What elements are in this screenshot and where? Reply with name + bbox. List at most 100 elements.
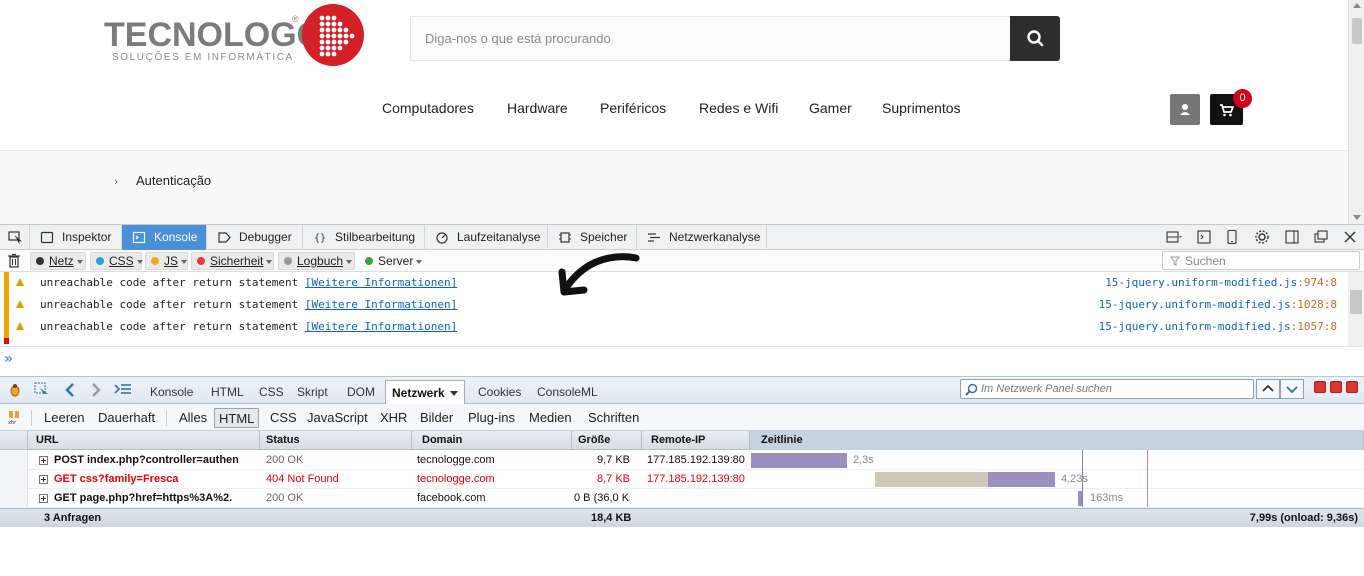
console-scrollbar-thumb[interactable]	[1350, 290, 1362, 314]
scratchpad-icon[interactable]	[1196, 229, 1212, 245]
fb-filter-html[interactable]: HTML	[214, 408, 260, 428]
fb-filter-schriften[interactable]: Schriften	[584, 408, 643, 428]
filter-label: Server	[378, 254, 414, 268]
scroll-up-icon[interactable]	[1353, 3, 1361, 8]
tab-label: Laufzeitanalyse	[457, 230, 541, 244]
close-icon[interactable]	[1342, 229, 1358, 245]
site-search-input[interactable]	[411, 17, 1010, 60]
filter-server-button[interactable]: Server	[359, 252, 423, 270]
col-size[interactable]: Größe	[572, 431, 642, 450]
fb-detach-icon[interactable]	[1330, 381, 1342, 393]
fb-filter-bilder[interactable]: Bilder	[416, 408, 457, 428]
more-info-link[interactable]: [Weitere Informationen]	[305, 276, 457, 289]
filter-dot	[96, 257, 104, 265]
nav-item-hardware[interactable]: Hardware	[507, 100, 568, 116]
user-account-button[interactable]	[1170, 94, 1200, 125]
separate-window-icon[interactable]	[1313, 229, 1329, 245]
filter-dot	[284, 257, 292, 265]
more-info-link[interactable]: [Weitere Informationen]	[305, 298, 457, 311]
fb-tab-skript[interactable]: Skript	[293, 382, 332, 402]
pick-element-button[interactable]	[0, 225, 30, 250]
tab-laufzeitanalyse[interactable]: Laufzeitanalyse	[425, 225, 548, 250]
nav-item-suprimentos[interactable]: Suprimentos	[882, 100, 961, 116]
fb-tab-css[interactable]: CSS	[255, 382, 288, 402]
fb-close-icon[interactable]	[1346, 381, 1358, 393]
back-arrow-icon[interactable]	[62, 382, 78, 398]
col-domain[interactable]: Domain	[412, 431, 572, 450]
row-gutter	[0, 470, 28, 489]
timeline-bar	[751, 453, 847, 468]
message-source-link[interactable]: 15-jquery.uniform-modified.js:974:8	[1105, 276, 1337, 289]
site-logo[interactable]: TECNOLOGGE ® SOLUÇÕES EM INFORMÁTICA	[104, 2, 366, 68]
console-filter-input[interactable]	[1185, 252, 1355, 269]
nav-item-computadores[interactable]: Computadores	[382, 100, 474, 116]
search-icon	[965, 383, 978, 396]
table-row[interactable]: GET css?family=Fresca 404 Not Found tecn…	[0, 470, 1364, 489]
fb-persist-button[interactable]: Dauerhaft	[94, 408, 159, 428]
nav-item-perifericos[interactable]: Periféricos	[600, 100, 666, 116]
filter-js-button[interactable]: JS	[145, 252, 188, 270]
tab-stilbearbeitung[interactable]: {} Stilbearbeitung	[303, 225, 425, 250]
filter-sicherheit-button[interactable]: Sicherheit	[191, 252, 274, 270]
fb-minimize-icon[interactable]	[1314, 381, 1326, 393]
command-line-icon[interactable]	[114, 382, 132, 398]
scroll-down-icon[interactable]	[1353, 215, 1361, 220]
col-timeline[interactable]: Zeitlinie	[750, 431, 1364, 450]
more-info-link[interactable]: [Weitere Informationen]	[305, 320, 457, 333]
fb-tab-consoleml[interactable]: ConsoleML	[533, 382, 602, 402]
tab-inspektor[interactable]: Inspektor	[30, 225, 122, 250]
error-marker	[4, 338, 9, 344]
message-source-link[interactable]: 15-jquery.uniform-modified.js:1028:8	[1099, 298, 1337, 311]
fb-filter-javascript[interactable]: JavaScript	[303, 408, 372, 428]
filter-css-button[interactable]: CSS	[90, 252, 143, 270]
svg-text:{}: {}	[314, 233, 326, 244]
page-scrollbar-thumb[interactable]	[1352, 18, 1362, 44]
forward-arrow-icon[interactable]	[88, 382, 104, 398]
logo-tagline: SOLUÇÕES EM INFORMÁTICA	[112, 52, 294, 63]
responsive-layout-icon[interactable]	[1166, 229, 1182, 245]
console-input-line[interactable]: »	[0, 346, 1364, 370]
tab-netzwerkanalyse[interactable]: Netzwerkanalyse	[637, 225, 767, 250]
site-search-button[interactable]	[1010, 16, 1060, 61]
table-row[interactable]: POST index.php?controller=authen 200 OK …	[0, 451, 1364, 470]
responsive-design-icon[interactable]	[1224, 229, 1240, 245]
fb-tab-cookies[interactable]: Cookies	[474, 382, 525, 402]
inspect-element-icon[interactable]	[34, 382, 50, 398]
expand-plus-icon[interactable]	[39, 456, 48, 465]
tab-speicher[interactable]: Speicher	[548, 225, 637, 250]
table-row[interactable]: GET page.php?href=https%3A%2. 200 OK fac…	[0, 489, 1364, 508]
fb-tab-html[interactable]: HTML	[207, 382, 248, 402]
gear-icon[interactable]	[1254, 229, 1270, 245]
fb-filter-plugins[interactable]: Plug-ins	[464, 408, 519, 428]
filter-netz-button[interactable]: Netz	[30, 252, 86, 270]
nav-item-redes-wifi[interactable]: Redes e Wifi	[699, 100, 778, 116]
col-status[interactable]: Status	[260, 431, 412, 450]
separator	[31, 410, 32, 426]
fb-clear-button[interactable]: Leeren	[40, 408, 88, 428]
page-scrollbar[interactable]	[1348, 0, 1364, 224]
col-remote-ip[interactable]: Remote-IP	[642, 431, 750, 450]
nav-item-gamer[interactable]: Gamer	[809, 100, 852, 116]
fb-tab-netzwerk[interactable]: Netzwerk	[385, 380, 465, 404]
fb-filter-medien[interactable]: Medien	[525, 408, 576, 428]
firebug-bug-icon[interactable]	[7, 382, 23, 398]
console-scrollbar[interactable]	[1348, 272, 1364, 346]
filter-logbuch-button[interactable]: Logbuch	[278, 252, 355, 270]
fb-filter-all[interactable]: Alles	[175, 408, 211, 428]
fb-tab-dom[interactable]: DOM	[343, 382, 379, 402]
trash-icon[interactable]	[7, 253, 21, 268]
dock-side-icon[interactable]	[1284, 229, 1300, 245]
message-source-link[interactable]: 15-jquery.uniform-modified.js:1057:8	[1099, 320, 1337, 333]
expand-plus-icon[interactable]	[39, 494, 48, 503]
fb-search-prev-button[interactable]	[1256, 379, 1280, 399]
tab-debugger[interactable]: Debugger	[207, 225, 303, 250]
col-url[interactable]: URL	[28, 431, 260, 450]
fb-network-search-input[interactable]	[981, 381, 1251, 397]
xhr-icon[interactable]: xhr	[7, 409, 23, 425]
fb-filter-xhr[interactable]: XHR	[376, 408, 411, 428]
fb-filter-css[interactable]: CSS	[266, 408, 301, 428]
fb-search-next-button[interactable]	[1280, 379, 1304, 399]
fb-tab-konsole[interactable]: Konsole	[146, 382, 197, 402]
expand-plus-icon[interactable]	[39, 475, 48, 484]
tab-konsole[interactable]: Konsole	[122, 225, 207, 250]
